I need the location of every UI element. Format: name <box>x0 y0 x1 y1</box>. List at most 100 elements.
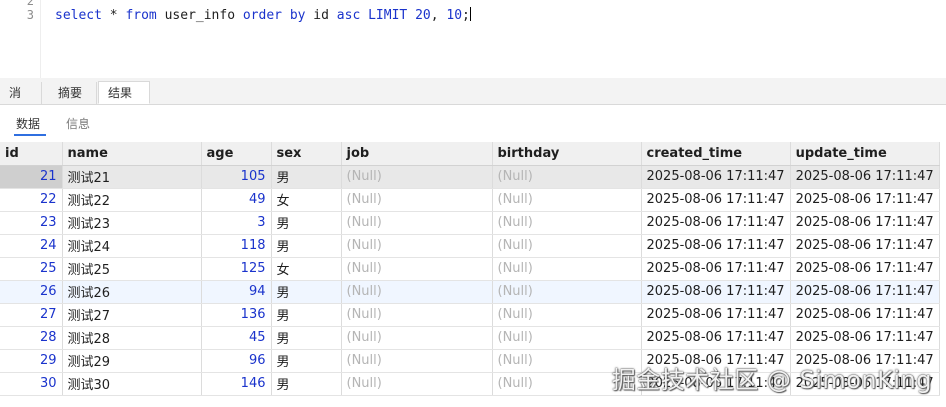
column-header-sex[interactable]: sex <box>271 142 342 166</box>
cell-update-time[interactable]: 2025-08-06 17:11:47 <box>790 280 940 304</box>
cell-id[interactable]: 21 <box>0 165 63 189</box>
cell-age[interactable]: 45 <box>201 326 272 350</box>
table-row[interactable]: 27 测试27 136 男 (Null) (Null) 2025-08-06 17:11:4… <box>0 303 940 327</box>
cell-created-time[interactable]: 2025-08-06 17:11:47 <box>641 303 791 327</box>
tab-result-1[interactable]: 结果 1 <box>98 81 150 122</box>
watermark: 掘金技术社区 @ SimonKing <box>611 366 932 394</box>
cell-sex[interactable]: 女 <box>271 257 342 281</box>
cell-name[interactable]: 测试27 <box>62 303 202 327</box>
cell-update-time[interactable]: 2025-08-06 17:11:47 <box>790 326 940 350</box>
column-header-age[interactable]: age <box>201 142 272 166</box>
cell-sex[interactable]: 男 <box>271 349 342 373</box>
cell-job[interactable]: (Null) <box>341 211 493 235</box>
table-row[interactable]: 24 测试24 118 男 (Null) (Null) 2025-08-06 17:11:4… <box>0 234 940 258</box>
column-header-id[interactable]: id <box>0 142 63 166</box>
cell-update-time[interactable]: 2025-08-06 17:11:47 <box>790 257 940 281</box>
table-row[interactable]: 26 测试26 94 男 (Null) (Null) 2025-08-06 17:11:47… <box>0 280 940 304</box>
sql-query-text[interactable]: select * from user_info order by id asc … <box>55 7 471 23</box>
cell-birthday[interactable]: (Null) <box>492 303 642 327</box>
cell-age[interactable]: 136 <box>201 303 272 327</box>
cell-age[interactable]: 105 <box>201 165 272 189</box>
cell-update-time[interactable]: 2025-08-06 17:11:47 <box>790 211 940 235</box>
cell-name[interactable]: 测试25 <box>62 257 202 281</box>
cell-job[interactable]: (Null) <box>341 188 493 212</box>
cell-name[interactable]: 测试21 <box>62 165 202 189</box>
cell-sex[interactable]: 男 <box>271 280 342 304</box>
cell-birthday[interactable]: (Null) <box>492 188 642 212</box>
cell-id[interactable]: 22 <box>0 188 63 212</box>
cell-created-time[interactable]: 2025-08-06 17:11:47 <box>641 165 791 189</box>
cell-sex[interactable]: 男 <box>271 165 342 189</box>
cell-update-time[interactable]: 2025-08-06 17:11:47 <box>790 188 940 212</box>
cell-birthday[interactable]: (Null) <box>492 211 642 235</box>
cell-job[interactable]: (Null) <box>341 280 493 304</box>
column-header-created-time[interactable]: created_time <box>641 142 791 166</box>
cell-age[interactable]: 96 <box>201 349 272 373</box>
table-row[interactable]: 28 测试28 45 男 (Null) (Null) 2025-08-06 17:11:47… <box>0 326 940 350</box>
column-header-name[interactable]: name <box>62 142 202 166</box>
cell-created-time[interactable]: 2025-08-06 17:11:47 <box>641 188 791 212</box>
cell-created-time[interactable]: 2025-08-06 17:11:47 <box>641 234 791 258</box>
cell-name[interactable]: 测试24 <box>62 234 202 258</box>
cell-birthday[interactable]: (Null) <box>492 280 642 304</box>
tab-summary[interactable]: 摘要 <box>49 82 97 104</box>
tab-info[interactable]: 信息 <box>66 115 90 132</box>
cell-update-time[interactable]: 2025-08-06 17:11:47 <box>790 303 940 327</box>
sql-token: asc <box>336 8 361 23</box>
cell-age[interactable]: 94 <box>201 280 272 304</box>
cell-sex[interactable]: 女 <box>271 188 342 212</box>
cell-job[interactable]: (Null) <box>341 372 493 396</box>
cell-sex[interactable]: 男 <box>271 326 342 350</box>
table-row[interactable]: 21 测试21 105 男 (Null) (Null) 2025-08-06 17:11:4… <box>0 165 940 189</box>
cell-name[interactable]: 测试26 <box>62 280 202 304</box>
cell-name[interactable]: 测试23 <box>62 211 202 235</box>
cell-sex[interactable]: 男 <box>271 234 342 258</box>
cell-sex[interactable]: 男 <box>271 303 342 327</box>
table-row[interactable]: 22 测试22 49 女 (Null) (Null) 2025-08-06 17:11:47… <box>0 188 940 212</box>
cell-sex[interactable]: 男 <box>271 372 342 396</box>
cell-name[interactable]: 测试28 <box>62 326 202 350</box>
result-grid[interactable]: id name age sex job birthday created_time updat… <box>0 142 946 396</box>
cell-created-time[interactable]: 2025-08-06 17:11:47 <box>641 280 791 304</box>
cell-id[interactable]: 26 <box>0 280 63 304</box>
cell-id[interactable]: 24 <box>0 234 63 258</box>
cell-age[interactable]: 3 <box>201 211 272 235</box>
cell-birthday[interactable]: (Null) <box>492 326 642 350</box>
cell-id[interactable]: 23 <box>0 211 63 235</box>
cell-job[interactable]: (Null) <box>341 349 493 373</box>
cell-id[interactable]: 30 <box>0 372 63 396</box>
cell-created-time[interactable]: 2025-08-06 17:11:47 <box>641 326 791 350</box>
cell-job[interactable]: (Null) <box>341 257 493 281</box>
cell-created-time[interactable]: 2025-08-06 17:11:47 <box>641 257 791 281</box>
cell-sex[interactable]: 男 <box>271 211 342 235</box>
cell-birthday[interactable]: (Null) <box>492 234 642 258</box>
cell-birthday[interactable]: (Null) <box>492 257 642 281</box>
cell-name[interactable]: 测试22 <box>62 188 202 212</box>
cell-update-time[interactable]: 2025-08-06 17:11:47 <box>790 234 940 258</box>
tab-data[interactable]: 数据 <box>16 115 40 132</box>
cell-age[interactable]: 146 <box>201 372 272 396</box>
cell-job[interactable]: (Null) <box>341 165 493 189</box>
cell-id[interactable]: 29 <box>0 349 63 373</box>
column-header-birthday[interactable]: birthday <box>492 142 642 166</box>
cell-job[interactable]: (Null) <box>341 326 493 350</box>
sql-editor[interactable]: 2 3 select * from user_info order by id … <box>0 0 946 78</box>
cell-id[interactable]: 27 <box>0 303 63 327</box>
table-row[interactable]: 23 测试23 3 男 (Null) (Null) 2025-08-06 17:11:47 2… <box>0 211 940 235</box>
cell-id[interactable]: 25 <box>0 257 63 281</box>
tab-messages[interactable]: 消息 <box>0 82 42 122</box>
cell-name[interactable]: 测试30 <box>62 372 202 396</box>
column-header-job[interactable]: job <box>341 142 493 166</box>
cell-id[interactable]: 28 <box>0 326 63 350</box>
cell-name[interactable]: 测试29 <box>62 349 202 373</box>
column-header-update-time[interactable]: update_time <box>790 142 940 166</box>
table-row[interactable]: 25 测试25 125 女 (Null) (Null) 2025-08-06 17:11:4… <box>0 257 940 281</box>
cell-update-time[interactable]: 2025-08-06 17:11:47 <box>790 165 940 189</box>
cell-job[interactable]: (Null) <box>341 303 493 327</box>
cell-job[interactable]: (Null) <box>341 234 493 258</box>
cell-created-time[interactable]: 2025-08-06 17:11:47 <box>641 211 791 235</box>
cell-age[interactable]: 118 <box>201 234 272 258</box>
cell-age[interactable]: 49 <box>201 188 272 212</box>
cell-birthday[interactable]: (Null) <box>492 165 642 189</box>
cell-age[interactable]: 125 <box>201 257 272 281</box>
